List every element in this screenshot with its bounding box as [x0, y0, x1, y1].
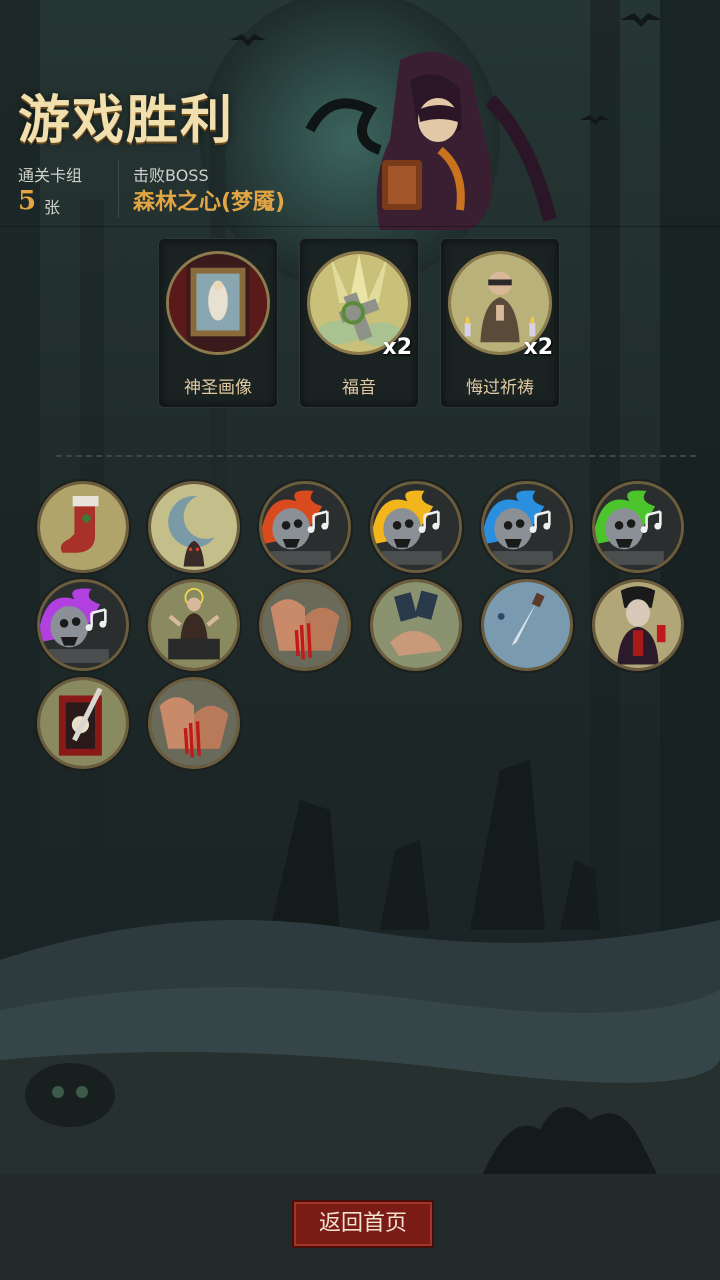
reward-label: 神圣画像 — [184, 378, 252, 398]
deck-card-bleeding-hands[interactable] — [259, 579, 351, 671]
deck-card-skull-red[interactable] — [259, 481, 351, 573]
deck-label: 通关卡组 — [18, 166, 83, 185]
deck-card-stocking[interactable] — [37, 481, 129, 573]
skull-music-red-icon — [262, 484, 348, 570]
bleeding-hands-icon — [262, 582, 348, 668]
reward-label: 福音 — [342, 378, 376, 398]
preacher-icon — [151, 582, 237, 668]
deck-card-vampire[interactable] — [592, 579, 684, 671]
reward-multiplier: x2 — [382, 335, 413, 360]
deck-count: 5 — [18, 186, 37, 216]
deck-card-skull-green[interactable] — [592, 481, 684, 573]
deck-card-skull-blade[interactable] — [37, 677, 129, 769]
deck-card-dagger[interactable] — [481, 579, 573, 671]
reward-label: 悔过祈祷 — [466, 378, 534, 398]
boss-label: 击败BOSS — [133, 166, 209, 185]
header-divider — [118, 160, 119, 218]
section-divider — [56, 455, 696, 457]
dagger-icon — [484, 582, 570, 668]
return-home-button[interactable]: 返回首页 — [292, 1200, 434, 1248]
card-hand-icon — [373, 582, 459, 668]
header-separator — [0, 226, 720, 227]
deck-card-bleeding-hands[interactable] — [148, 677, 240, 769]
bleeding-hands-icon — [151, 680, 237, 766]
reward-repentance-prayer[interactable]: x2 悔过祈祷 — [440, 238, 560, 408]
deck-card-skull-blue[interactable] — [481, 481, 573, 573]
christmas-stocking-icon — [40, 484, 126, 570]
deck-unit: 张 — [44, 198, 61, 217]
skull-music-green-icon — [595, 484, 681, 570]
reward-multiplier: x2 — [523, 335, 554, 360]
hooded-hero-illustration — [290, 40, 590, 230]
victory-title: 游戏胜利 — [18, 91, 235, 151]
skull-card-blade-icon — [40, 680, 126, 766]
reward-holy-portrait[interactable]: 神圣画像 — [158, 238, 278, 408]
holy-portrait-icon — [166, 251, 270, 355]
crescent-moon-icon — [151, 484, 237, 570]
skull-music-yellow-icon — [373, 484, 459, 570]
vampire-icon — [595, 582, 681, 668]
deck-card-card-hand[interactable] — [370, 579, 462, 671]
deck-card-skull-yellow[interactable] — [370, 481, 462, 573]
deck-card-skull-purple[interactable] — [37, 579, 129, 671]
skull-music-purple-icon — [40, 582, 126, 668]
skull-music-blue-icon — [484, 484, 570, 570]
deck-card-preacher[interactable] — [148, 579, 240, 671]
reward-gospel[interactable]: x2 福音 — [299, 238, 419, 408]
boss-name: 森林之心(梦魇) — [133, 190, 286, 215]
deck-card-moon[interactable] — [148, 481, 240, 573]
